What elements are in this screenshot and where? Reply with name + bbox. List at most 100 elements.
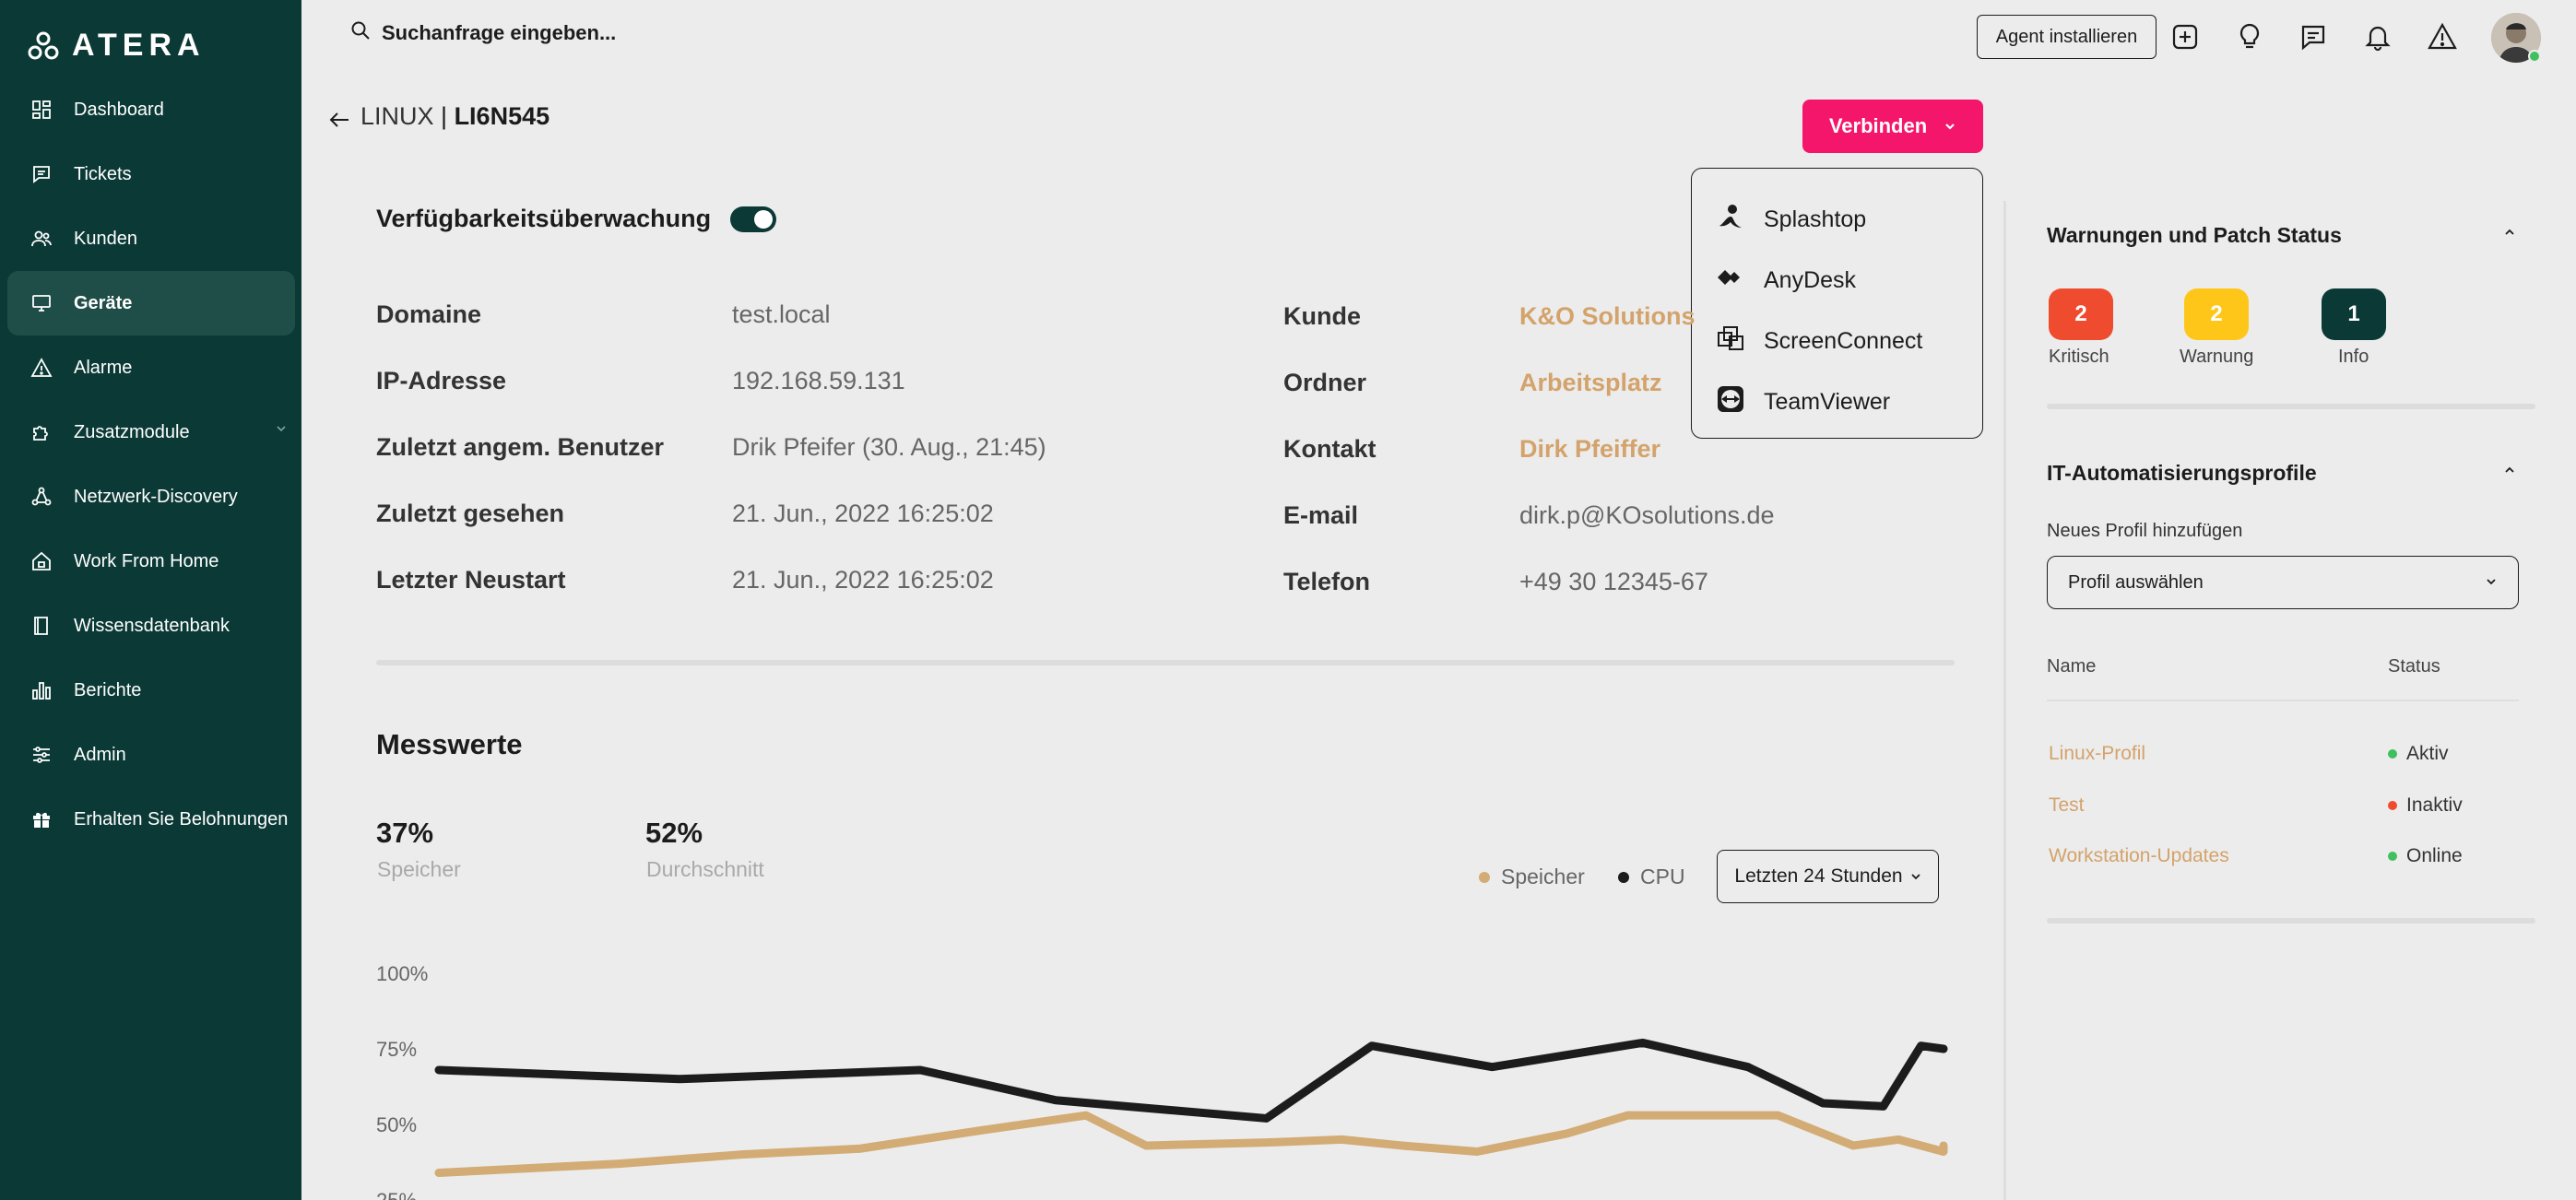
install-agent-button[interactable]: Agent installieren — [1977, 15, 2157, 59]
connect-button-label: Verbinden — [1828, 114, 1928, 137]
menu-item-teamviewer[interactable]: TeamViewer — [1692, 371, 1982, 432]
warnings-title: Warnungen und Patch Status — [2047, 223, 2342, 247]
customers-icon — [28, 225, 55, 253]
status-dot — [2388, 801, 2397, 810]
lightbulb-icon[interactable] — [2231, 18, 2268, 55]
sidebar-item-belohnungen[interactable]: Erhalten Sie Belohnungen — [7, 787, 295, 852]
chevron-down-icon[interactable] — [275, 422, 288, 440]
title-separator: | — [433, 102, 455, 130]
contact-link[interactable]: Dirk Pfeiffer — [1519, 435, 1660, 464]
column-header-status: Status — [2388, 656, 2440, 676]
device-os: LINUX — [360, 102, 434, 130]
status-text: Aktiv — [2406, 743, 2449, 764]
screenconnect-icon — [1716, 324, 1745, 359]
y-tick-label: 50% — [376, 1113, 417, 1136]
memory-stat-value: 37% — [376, 817, 434, 849]
profile-link[interactable]: Test — [2049, 794, 2085, 817]
email-label: E-mail — [1283, 501, 1359, 529]
last-reboot-value: 21. Jun., 2022 16:25:02 — [732, 566, 994, 594]
add-profile-label: Neues Profil hinzufügen — [2047, 521, 2243, 541]
last-seen-value: 21. Jun., 2022 16:25:02 — [732, 500, 994, 527]
sliders-icon — [28, 741, 55, 769]
last-user-value: Drik Pfeifer (30. Aug., 21:45) — [732, 433, 1046, 461]
online-status-dot — [2528, 50, 2541, 63]
chevron-up-icon[interactable] — [2502, 225, 2517, 244]
profile-link[interactable]: Linux-Profil — [2049, 743, 2145, 765]
legend-dot — [1479, 871, 1490, 883]
chat-icon[interactable] — [2295, 18, 2332, 55]
search-icon[interactable] — [350, 20, 371, 45]
profile-select[interactable]: Profil auswählen — [2047, 556, 2519, 609]
profile-link[interactable]: Workstation-Updates — [2049, 845, 2229, 867]
table-header-divider — [2047, 700, 2519, 701]
average-stat-value: 52% — [645, 817, 703, 849]
sidebar-item-tickets[interactable]: Tickets — [7, 142, 295, 206]
profile-status: Online — [2388, 845, 2463, 867]
search-input[interactable] — [382, 20, 843, 45]
sidebar-item-geraete[interactable]: Geräte — [7, 271, 295, 335]
add-icon[interactable] — [2167, 18, 2204, 55]
sidebar-item-label: Wissensdatenbank — [74, 615, 230, 636]
logo-text: ATERA — [72, 28, 206, 63]
status-text: Inaktiv — [2406, 794, 2463, 816]
section-divider — [376, 660, 1955, 665]
back-arrow-icon[interactable] — [326, 107, 352, 137]
anydesk-icon — [1716, 263, 1745, 299]
folder-link[interactable]: Arbeitsplatz — [1519, 369, 1662, 397]
warning-label: Warnung — [2180, 347, 2254, 367]
menu-item-splashtop[interactable]: Splashtop — [1692, 189, 1982, 250]
sidebar-item-netzwerk-discovery[interactable]: Netzwerk-Discovery — [7, 465, 295, 529]
menu-item-anydesk[interactable]: AnyDesk — [1692, 250, 1982, 311]
sidebar-item-label: Geräte — [74, 292, 133, 313]
time-range-select[interactable]: Letzten 24 Stunden — [1717, 850, 1939, 903]
home-icon — [28, 547, 55, 575]
domain-value: test.local — [732, 300, 831, 328]
network-icon — [28, 483, 55, 511]
ip-label: IP-Adresse — [376, 367, 507, 394]
sidebar-item-dashboard[interactable]: Dashboard — [7, 77, 295, 142]
atera-logo[interactable]: ATERA — [28, 28, 206, 64]
bell-icon[interactable] — [2359, 18, 2396, 55]
sidebar-item-label: Berichte — [74, 679, 142, 700]
customer-link[interactable]: K&O Solutions — [1519, 302, 1696, 331]
sidebar-item-zusatzmodule[interactable]: Zusatzmodule — [7, 400, 295, 465]
info-badge[interactable]: 1 — [2322, 288, 2386, 340]
menu-item-label: AnyDesk — [1764, 266, 1857, 293]
book-icon — [28, 612, 55, 640]
customer-label: Kunde — [1283, 302, 1361, 330]
info-label: Info — [2338, 347, 2369, 367]
connect-button[interactable]: Verbinden — [1802, 100, 1983, 153]
ticket-icon — [28, 160, 55, 188]
chevron-up-icon[interactable] — [2502, 463, 2517, 482]
sidebar-item-alarme[interactable]: Alarme — [7, 335, 295, 400]
phone-label: Telefon — [1283, 568, 1370, 595]
panel-separator — [2003, 201, 2006, 1200]
critical-badge[interactable]: 2 — [2049, 288, 2113, 340]
sidebar-item-label: Work From Home — [74, 550, 219, 571]
sidebar-item-kunden[interactable]: Kunden — [7, 206, 295, 271]
sidebar-item-wissensdatenbank[interactable]: Wissensdatenbank — [7, 594, 295, 658]
sidebar-item-label: Kunden — [74, 228, 137, 249]
sidebar-item-admin[interactable]: Admin — [7, 723, 295, 787]
ip-value: 192.168.59.131 — [732, 367, 905, 394]
last-user-label: Zuletzt angem. Benutzer — [376, 433, 665, 461]
menu-item-screenconnect[interactable]: ScreenConnect — [1692, 311, 1982, 371]
y-tick-label: 100% — [376, 962, 428, 985]
status-text: Online — [2406, 845, 2463, 866]
warning-icon[interactable] — [2424, 18, 2461, 55]
sidebar-item-berichte[interactable]: Berichte — [7, 658, 295, 723]
series-line-cpu — [434, 1038, 1948, 1123]
status-dot — [2388, 749, 2397, 759]
legend-dot — [1618, 871, 1629, 883]
right-divider — [2047, 404, 2535, 409]
gift-icon — [28, 806, 55, 833]
sidebar-item-work-from-home[interactable]: Work From Home — [7, 529, 295, 594]
domain-label: Domaine — [376, 300, 482, 328]
sidebar-item-label: Alarme — [74, 357, 133, 378]
legend-speicher: Speicher — [1479, 865, 1585, 889]
uptime-monitoring-toggle[interactable] — [730, 206, 776, 232]
automation-title: IT-Automatisierungsprofile — [2047, 461, 2317, 485]
critical-label: Kritisch — [2049, 347, 2109, 367]
warning-badge[interactable]: 2 — [2184, 288, 2249, 340]
last-reboot-label: Letzter Neustart — [376, 566, 566, 594]
